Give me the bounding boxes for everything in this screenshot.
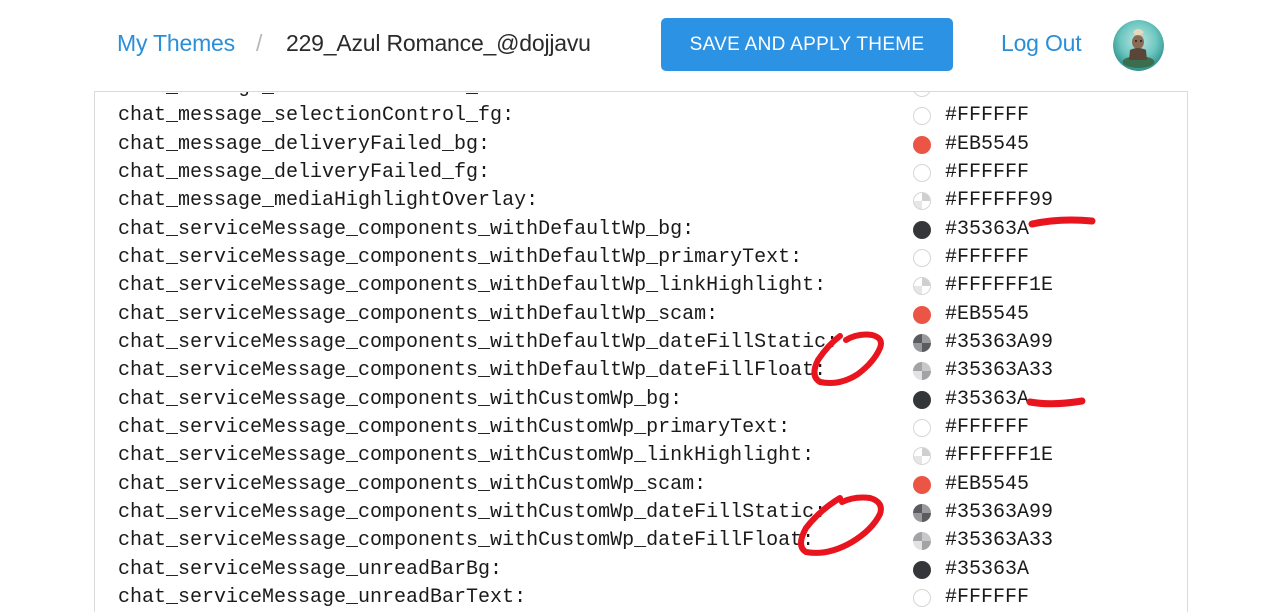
user-avatar[interactable] xyxy=(1113,20,1164,71)
color-swatch[interactable] xyxy=(913,333,931,352)
property-key: chat_serviceMessage_components_withCusto… xyxy=(118,500,827,524)
color-swatch[interactable] xyxy=(913,418,931,437)
theme-property-row[interactable]: chat_serviceMessage_unreadBarText: #FFFFF… xyxy=(95,584,1187,612)
color-swatch[interactable] xyxy=(913,248,931,267)
theme-property-row[interactable]: chat_serviceMessage_components_withDefau… xyxy=(95,357,1187,385)
theme-property-row[interactable]: chat_serviceMessage_components_withDefau… xyxy=(95,301,1187,329)
property-key: chat_serviceMessage_components_withCusto… xyxy=(118,444,815,468)
color-value[interactable]: #35363A99 xyxy=(945,330,1053,356)
property-key: chat_serviceMessage_components_withDefau… xyxy=(118,217,695,241)
color-value[interactable]: #35363A33 xyxy=(945,528,1053,554)
color-swatch[interactable] xyxy=(913,107,931,126)
color-value[interactable]: #EB5545 xyxy=(945,132,1029,158)
color-value[interactable]: #FFFFFF xyxy=(945,103,1029,129)
theme-property-row[interactable]: chat_serviceMessage_components_withDefau… xyxy=(95,272,1187,300)
theme-property-row[interactable]: chat_message_selectionControl_fg: #FFFFFF xyxy=(95,102,1187,130)
color-value[interactable]: #FFFFFF xyxy=(945,92,1029,101)
color-value[interactable]: #EB5545 xyxy=(945,472,1029,498)
property-key: chat_serviceMessage_components_withDefau… xyxy=(118,359,827,383)
property-key: chat_serviceMessage_components_withCusto… xyxy=(118,415,791,439)
theme-property-list: chat_message_selectionControl_border: #FF… xyxy=(95,92,1187,612)
color-value[interactable]: #FFFFFF xyxy=(945,415,1029,441)
theme-property-row[interactable]: chat_serviceMessage_components_withCusto… xyxy=(95,386,1187,414)
color-swatch[interactable] xyxy=(913,390,931,409)
color-value[interactable]: #FFFFFF xyxy=(945,160,1029,186)
breadcrumb-separator: / xyxy=(256,30,263,56)
theme-property-row[interactable]: chat_serviceMessage_components_withCusto… xyxy=(95,499,1187,527)
color-value[interactable]: #35363A xyxy=(945,387,1029,413)
theme-property-row[interactable]: chat_serviceMessage_components_withCusto… xyxy=(95,442,1187,470)
color-swatch[interactable] xyxy=(913,560,931,579)
color-value[interactable]: #35363A33 xyxy=(945,358,1053,384)
property-key: chat_message_deliveryFailed_fg: xyxy=(118,160,491,184)
property-key: chat_serviceMessage_components_withCusto… xyxy=(118,529,815,553)
color-swatch[interactable] xyxy=(913,532,931,551)
save-and-apply-theme-button[interactable]: SAVE AND APPLY THEME xyxy=(661,18,953,71)
theme-property-row[interactable]: chat_serviceMessage_components_withCusto… xyxy=(95,527,1187,555)
property-key: chat_serviceMessage_unreadBarBg: xyxy=(118,557,503,581)
color-swatch[interactable] xyxy=(913,92,931,97)
color-swatch[interactable] xyxy=(913,135,931,154)
theme-property-row[interactable]: chat_serviceMessage_components_withCusto… xyxy=(95,414,1187,442)
theme-property-row[interactable]: chat_message_selectionControl_border: #FF… xyxy=(95,92,1187,102)
top-header: My Themes / 229_Azul Romance_@dojjavu SA… xyxy=(0,0,1280,91)
color-value[interactable]: #FFFFFF xyxy=(945,585,1029,611)
property-key: chat_serviceMessage_components_withDefau… xyxy=(118,302,719,326)
color-swatch[interactable] xyxy=(913,475,931,494)
property-key: chat_serviceMessage_components_withCusto… xyxy=(118,472,707,496)
breadcrumb-my-themes-link[interactable]: My Themes xyxy=(117,30,235,57)
theme-property-row[interactable]: chat_message_deliveryFailed_fg: #FFFFFF xyxy=(95,159,1187,187)
theme-property-row[interactable]: chat_serviceMessage_components_withDefau… xyxy=(95,329,1187,357)
color-swatch[interactable] xyxy=(913,192,931,211)
color-swatch[interactable] xyxy=(913,503,931,522)
logout-link[interactable]: Log Out xyxy=(1001,30,1082,57)
color-value[interactable]: #FFFFFF1E xyxy=(945,443,1053,469)
property-key: chat_serviceMessage_components_withDefau… xyxy=(118,330,839,354)
property-key: chat_serviceMessage_components_withDefau… xyxy=(118,274,827,298)
color-swatch[interactable] xyxy=(913,277,931,296)
color-value[interactable]: #FFFFFF xyxy=(945,245,1029,271)
color-value[interactable]: #35363A xyxy=(945,217,1029,243)
theme-properties-panel: chat_message_selectionControl_border: #FF… xyxy=(94,91,1188,612)
theme-property-row[interactable]: chat_message_mediaHighlightOverlay: #FFFF… xyxy=(95,187,1187,215)
color-value[interactable]: #FFFFFF1E xyxy=(945,273,1053,299)
property-key: chat_serviceMessage_unreadBarText: xyxy=(118,585,527,609)
color-value[interactable]: #35363A99 xyxy=(945,500,1053,526)
color-swatch[interactable] xyxy=(913,220,931,239)
color-swatch[interactable] xyxy=(913,163,931,182)
color-swatch[interactable] xyxy=(913,305,931,324)
breadcrumb-current-theme: 229_Azul Romance_@dojjavu xyxy=(286,30,591,56)
property-key: chat_message_deliveryFailed_bg: xyxy=(118,132,491,156)
color-value[interactable]: #EB5545 xyxy=(945,302,1029,328)
theme-property-row[interactable]: chat_serviceMessage_unreadBarBg: #35363A xyxy=(95,556,1187,584)
color-value[interactable]: #FFFFFF99 xyxy=(945,188,1053,214)
color-value[interactable]: #35363A xyxy=(945,557,1029,583)
property-key: chat_serviceMessage_components_withCusto… xyxy=(118,387,683,411)
property-key: chat_message_selectionControl_border: xyxy=(118,92,562,101)
theme-property-row[interactable]: chat_serviceMessage_components_withCusto… xyxy=(95,471,1187,499)
theme-property-row[interactable]: chat_serviceMessage_components_withDefau… xyxy=(95,216,1187,244)
theme-property-row[interactable]: chat_serviceMessage_components_withDefau… xyxy=(95,244,1187,272)
color-swatch[interactable] xyxy=(913,588,931,607)
property-key: chat_message_mediaHighlightOverlay: xyxy=(118,189,539,213)
property-key: chat_message_selectionControl_fg: xyxy=(118,104,515,128)
property-key: chat_serviceMessage_components_withDefau… xyxy=(118,245,803,269)
color-swatch[interactable] xyxy=(913,362,931,381)
color-swatch[interactable] xyxy=(913,447,931,466)
theme-property-row[interactable]: chat_message_deliveryFailed_bg: #EB5545 xyxy=(95,131,1187,159)
